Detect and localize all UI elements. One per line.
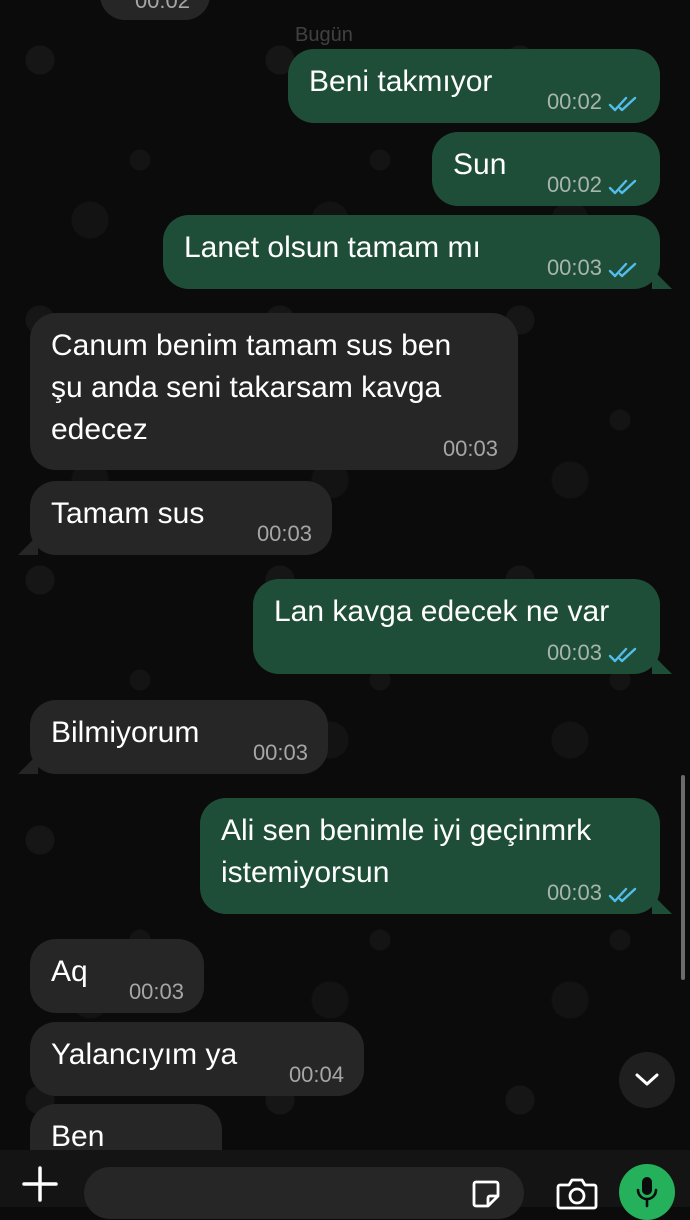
message-time: 00:03: [256, 521, 312, 546]
double-check-icon: [608, 93, 640, 112]
message-bubble-outgoing[interactable]: Beni takmıyor 00:02: [288, 49, 660, 123]
message-bubble-outgoing[interactable]: Lanet olsun tamam mı 00:03: [163, 215, 672, 289]
message-text: Ben: [51, 1120, 105, 1150]
double-check-icon: [608, 259, 640, 278]
scroll-down-button[interactable]: [619, 1052, 675, 1108]
message-bubble-incoming[interactable]: Aq 00:03: [30, 939, 204, 1013]
message-time: 00:03: [442, 436, 498, 461]
mic-button[interactable]: [619, 1164, 675, 1220]
message-time: 00:03: [546, 255, 602, 280]
message-time: 00:02: [546, 172, 602, 197]
plus-icon[interactable]: [20, 1164, 60, 1204]
message-bubble-incoming[interactable]: Ben: [30, 1104, 222, 1150]
composer-bar: [0, 1150, 690, 1220]
date-chip: Bugün: [295, 24, 353, 46]
chat-area[interactable]: 00:02 Bugün Beni takmıyor 00:02 Sun 00:0…: [0, 0, 690, 1150]
message-bubble-outgoing[interactable]: Sun 00:02: [432, 132, 660, 206]
chevron-down-icon: [635, 1073, 659, 1086]
message-text: Beni takmıyor: [309, 65, 493, 98]
message-text: Yalancıyım ya: [51, 1038, 238, 1071]
microphone-icon: [636, 1177, 658, 1208]
camera-icon[interactable]: [556, 1176, 598, 1210]
message-bubble-incoming[interactable]: Canum benim tamam sus ben şu anda seni t…: [30, 313, 518, 470]
message-time: 00:04: [288, 1062, 344, 1087]
message-time: 00:02: [134, 0, 190, 13]
double-check-icon: [608, 644, 640, 663]
message-input[interactable]: [84, 1167, 524, 1219]
message-time: 00:03: [128, 979, 184, 1004]
message-bubble-outgoing[interactable]: Ali sen benimle iyi geçinmrk istemiyorsu…: [200, 798, 672, 914]
double-check-icon: [608, 176, 640, 195]
message-text: Canum benim tamam sus ben şu anda seni t…: [51, 329, 452, 446]
double-check-icon: [608, 884, 640, 903]
partial-incoming-bubble[interactable]: 00:02: [100, 0, 210, 20]
scrollbar[interactable]: [681, 775, 685, 980]
sticker-icon[interactable]: [470, 1178, 502, 1210]
message-bubble-incoming[interactable]: Bilmiyorum 00:03: [18, 700, 328, 774]
message-text: Lan kavga edecek ne var: [274, 595, 610, 628]
message-text: Ali sen benimle iyi geçinmrk istemiyorsu…: [221, 814, 592, 889]
message-text: Bilmiyorum: [51, 716, 200, 749]
message-text: Sun: [453, 148, 507, 181]
message-bubble-outgoing[interactable]: Lan kavga edecek ne var 00:03: [253, 579, 672, 674]
message-bubble-incoming[interactable]: Tamam sus 00:03: [18, 481, 332, 555]
message-text: Lanet olsun tamam mı: [184, 231, 481, 264]
message-time: 00:03: [546, 640, 602, 665]
message-time: 00:03: [546, 880, 602, 905]
message-time: 00:02: [546, 89, 602, 114]
message-text: Tamam sus: [51, 497, 205, 530]
message-time: 00:03: [252, 740, 308, 765]
message-text: Aq: [51, 955, 88, 988]
message-bubble-incoming[interactable]: Yalancıyım ya 00:04: [30, 1022, 364, 1096]
